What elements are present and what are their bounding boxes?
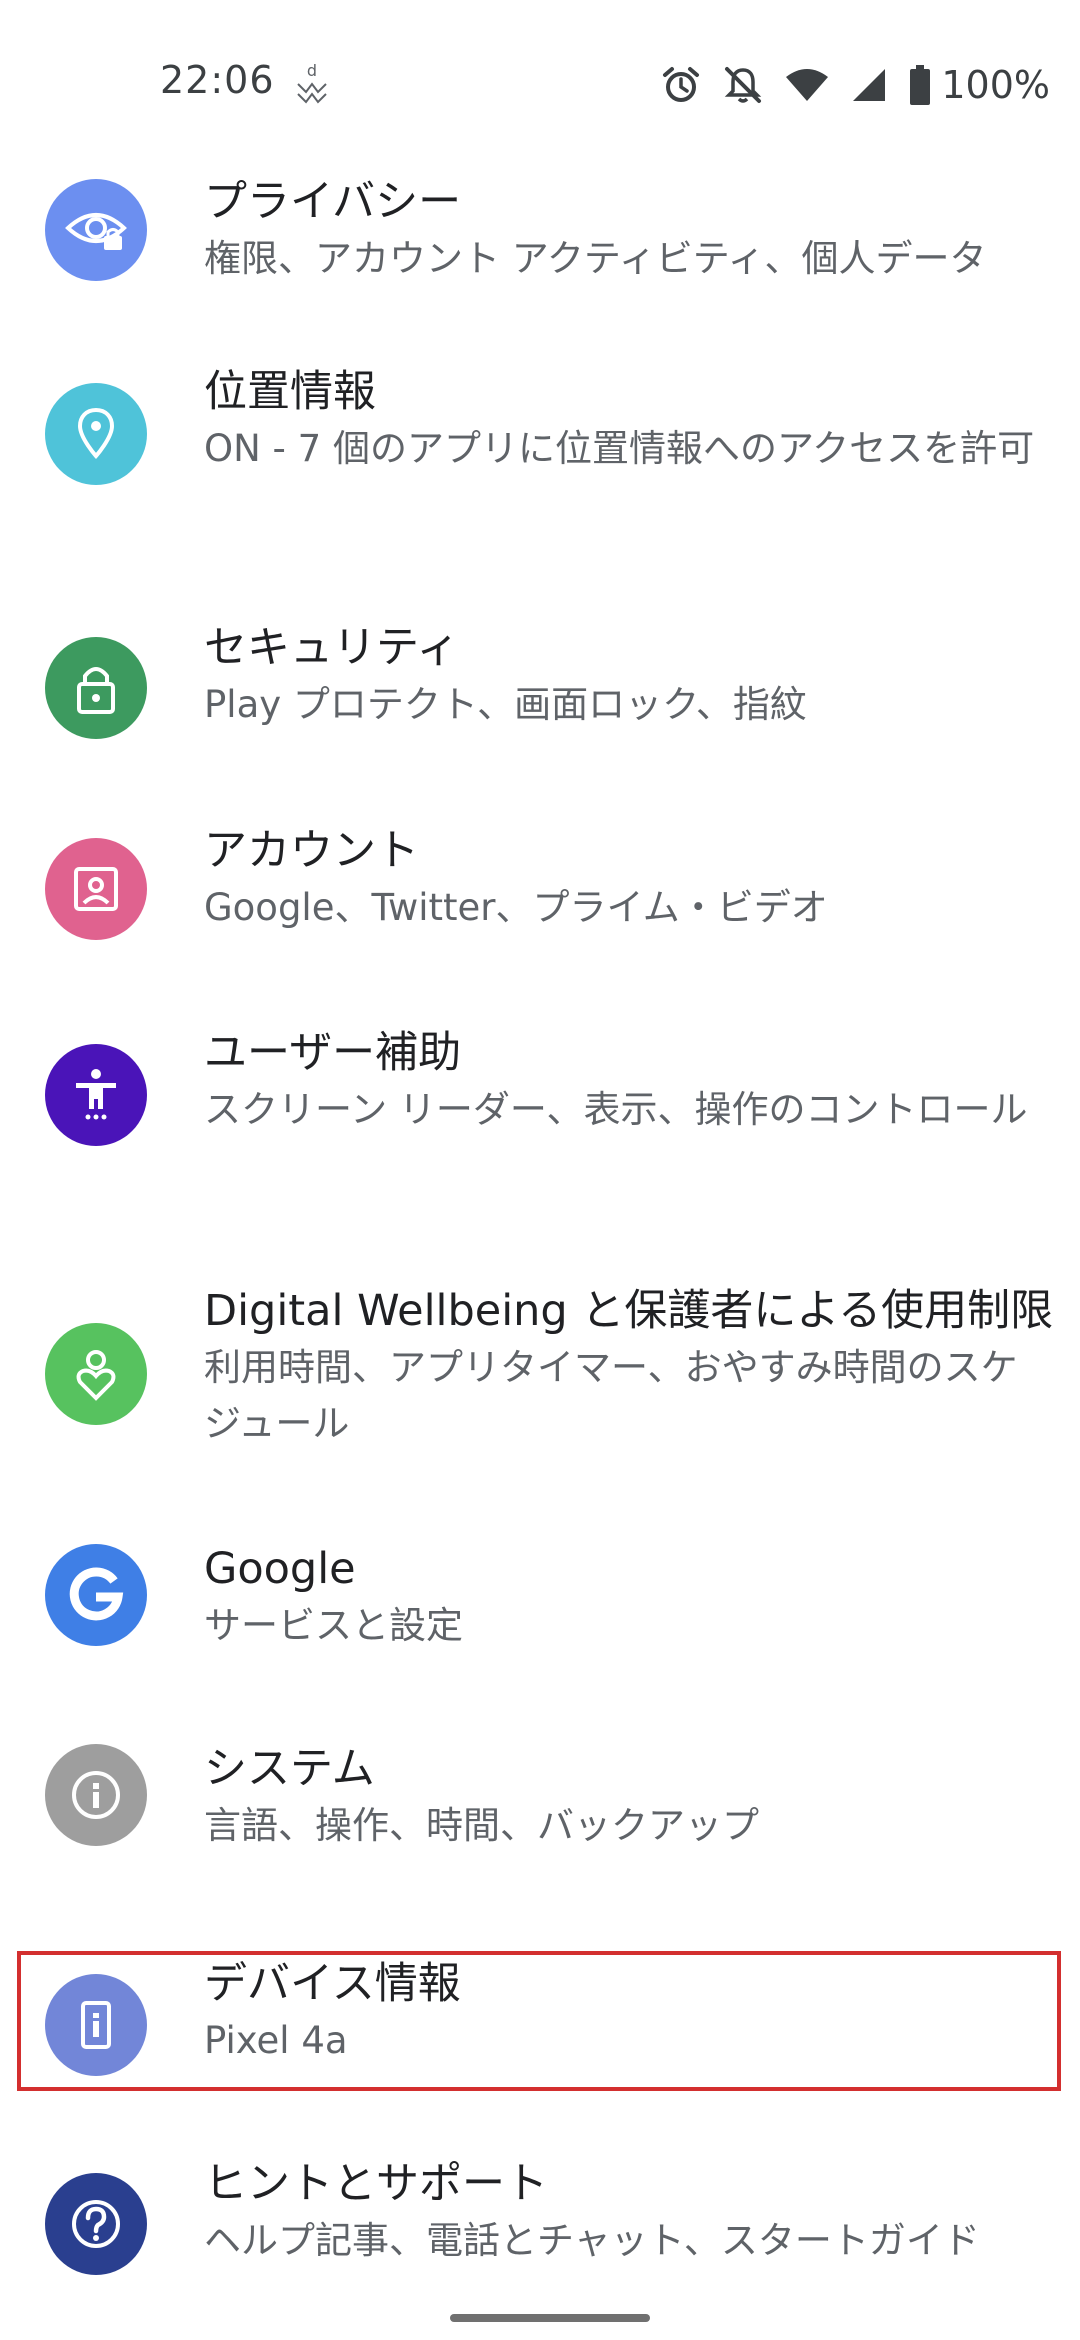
setting-summary: 言語、操作、時間、バックアップ xyxy=(204,1804,759,1847)
wellbeing-icon xyxy=(45,1323,147,1425)
setting-summary: サービスと設定 xyxy=(204,1604,463,1647)
setting-summary: Google、Twitter、プライム・ビデオ xyxy=(204,886,828,929)
setting-title: 位置情報 xyxy=(204,367,376,417)
battery-percentage: 100% xyxy=(941,63,1050,107)
status-icons: 100% xyxy=(661,58,1050,112)
setting-item-account-text: アカウント Google、Twitter、プライム・ビデオ xyxy=(204,822,1040,936)
setting-title: Google xyxy=(204,1544,356,1594)
setting-item-security[interactable]: セキュリティ Play プロテクト、画面ロック、指紋 xyxy=(0,617,1080,787)
google-g-icon xyxy=(45,1544,147,1646)
setting-item-privacy-text: プライバシー 権限、アカウント アクティビティ、個人データ xyxy=(204,173,1040,287)
info-icon xyxy=(45,1744,147,1846)
setting-item-tips-support-text: ヒントとサポート ヘルプ記事、電話とチャット、スタートガイド xyxy=(204,2155,1040,2269)
setting-summary: 権限、アカウント アクティビティ、個人データ xyxy=(204,237,987,280)
setting-item-system-text: システム 言語、操作、時間、バックアップ xyxy=(204,1740,1040,1854)
setting-item-location[interactable]: 位置情報 ON - 7 個のアプリに位置情報へのアクセスを許可 xyxy=(0,360,1080,590)
setting-item-system[interactable]: システム 言語、操作、時間、バックアップ xyxy=(0,1740,1080,1910)
silent-icon xyxy=(723,65,763,105)
setting-summary: スクリーン リーダー、表示、操作のコントロール xyxy=(204,1088,1028,1131)
account-box-icon xyxy=(45,838,147,940)
help-icon xyxy=(45,2173,147,2275)
setting-title: セキュリティ xyxy=(204,623,460,673)
status-bar: 22:06 d 100% xyxy=(0,0,1080,170)
privacy-eye-icon xyxy=(45,179,147,281)
setting-item-digital-wellbeing[interactable]: Digital Wellbeing と保護者による使用制限 利用時間、アプリタイ… xyxy=(0,1280,1080,1520)
signal-icon xyxy=(851,67,887,103)
setting-item-location-text: 位置情報 ON - 7 個のアプリに位置情報へのアクセスを許可 xyxy=(204,363,1040,477)
setting-item-accessibility-text: ユーザー補助 スクリーン リーダー、表示、操作のコントロール xyxy=(204,1024,1040,1138)
setting-title: アカウント xyxy=(204,826,419,876)
wifi-icon xyxy=(785,67,829,103)
setting-summary: Play プロテクト、画面ロック、指紋 xyxy=(204,683,807,726)
lock-icon xyxy=(45,637,147,739)
status-time: 22:06 xyxy=(160,58,275,102)
setting-title: プライバシー xyxy=(204,177,462,227)
alarm-icon xyxy=(661,65,701,105)
setting-item-google-text: Google サービスと設定 xyxy=(204,1540,1040,1654)
setting-item-google[interactable]: Google サービスと設定 xyxy=(0,1540,1080,1710)
battery-icon xyxy=(909,65,931,105)
setting-title: システム xyxy=(204,1744,375,1794)
gesture-nav-handle[interactable] xyxy=(450,2314,650,2322)
setting-summary: ON - 7 個のアプリに位置情報へのアクセスを許可 xyxy=(204,427,1035,470)
notification-icon: d xyxy=(292,61,332,108)
setting-title: Digital Wellbeing と保護者による使用制限 xyxy=(204,1286,1054,1336)
setting-item-digital-wellbeing-text: Digital Wellbeing と保護者による使用制限 利用時間、アプリタイ… xyxy=(204,1282,1054,1452)
setting-item-tips-support[interactable]: ヒントとサポート ヘルプ記事、電話とチャット、スタートガイド xyxy=(0,2155,1080,2325)
accessibility-icon xyxy=(45,1044,147,1146)
location-pin-icon xyxy=(45,383,147,485)
svg-text:d: d xyxy=(307,62,317,80)
setting-item-account[interactable]: アカウント Google、Twitter、プライム・ビデオ xyxy=(0,820,1080,990)
setting-item-security-text: セキュリティ Play プロテクト、画面ロック、指紋 xyxy=(204,619,1040,733)
setting-title: ユーザー補助 xyxy=(204,1028,462,1078)
setting-item-accessibility[interactable]: ユーザー補助 スクリーン リーダー、表示、操作のコントロール xyxy=(0,1022,1080,1252)
setting-summary: ヘルプ記事、電話とチャット、スタートガイド xyxy=(204,2219,980,2262)
setting-item-privacy[interactable]: プライバシー 権限、アカウント アクティビティ、個人データ xyxy=(0,170,1080,340)
highlight-box xyxy=(17,1951,1061,2091)
setting-title: ヒントとサポート xyxy=(204,2159,548,2209)
setting-summary: 利用時間、アプリタイマー、おやすみ時間のスケジュール xyxy=(204,1346,1018,1445)
